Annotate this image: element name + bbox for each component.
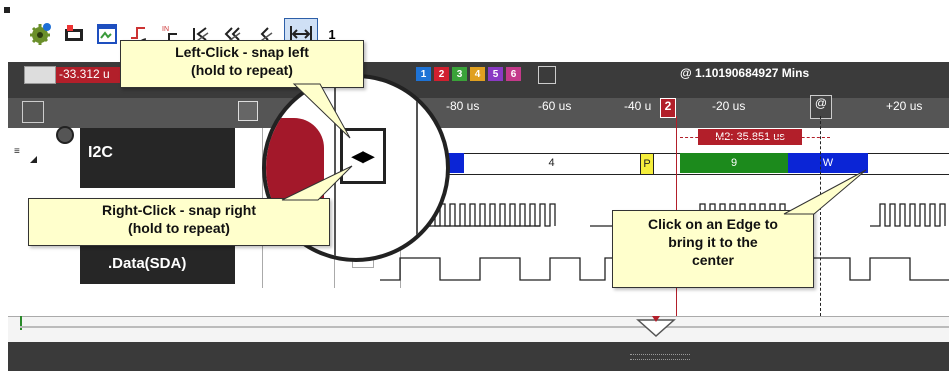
callout-left-click: Left-Click - snap left (hold to repeat)	[120, 40, 364, 88]
callout-pointer	[783, 169, 867, 215]
channel-menu-icon[interactable]: ≡	[14, 146, 24, 157]
marker-chip[interactable]: 1	[416, 67, 431, 81]
callout-line: center	[691, 252, 735, 268]
empty-chip[interactable]	[538, 66, 556, 84]
overview-bar[interactable]	[8, 316, 949, 343]
callout-line: (hold to repeat)	[128, 220, 230, 236]
snap-mode-icon[interactable]	[238, 101, 258, 121]
at-marker[interactable]: @	[810, 95, 832, 119]
channel-gear-icon[interactable]	[56, 126, 74, 144]
callout-line: bring it to the	[668, 234, 758, 250]
lens-divider	[416, 78, 418, 258]
tick-label: -80 us	[446, 99, 480, 113]
marker-chip[interactable]: 2	[434, 67, 449, 81]
callout-pointer	[292, 83, 351, 139]
callout-line: (hold to repeat)	[191, 62, 293, 78]
timestamp: @ 1.10190684927 Mins	[680, 66, 810, 80]
svg-text:IN: IN	[162, 26, 169, 33]
overview-thumb-icon[interactable]	[636, 314, 676, 338]
channel-name: .Data(SDA)	[108, 255, 187, 272]
expand-icon[interactable]	[30, 156, 37, 163]
mouse-icon[interactable]	[22, 101, 44, 123]
tick-label: -40 u	[624, 99, 652, 113]
callout-edge-click: Click on an Edge to bring it to the cent…	[612, 210, 814, 288]
overview-track	[20, 326, 949, 328]
capture-icon[interactable]	[62, 22, 86, 46]
marker-chip[interactable]: 6	[506, 67, 521, 81]
gear-icon[interactable]	[28, 22, 52, 46]
cursor-value[interactable]: -33.312 u	[56, 67, 129, 83]
window-icon[interactable]	[95, 22, 119, 46]
resize-grip-icon[interactable]	[630, 354, 690, 360]
packet-value[interactable]: 4	[464, 153, 639, 173]
tick-label: -60 us	[538, 99, 572, 113]
packet-stop[interactable]: P	[640, 153, 654, 175]
grip-icon	[4, 7, 10, 13]
marker-chip[interactable]: 3	[452, 67, 467, 81]
callout-pointer	[281, 165, 353, 201]
cursor-icon[interactable]	[24, 66, 56, 84]
callout-line: Left-Click - snap left	[175, 44, 309, 60]
tick-label: +20 us	[886, 99, 923, 113]
channel-name: I2C	[88, 144, 113, 161]
status-bar	[8, 342, 949, 371]
measurement-line	[680, 137, 830, 138]
packet-data[interactable]: 9	[680, 153, 788, 173]
callout-right-click: Right-Click - snap right (hold to repeat…	[28, 198, 330, 246]
marker-2-flag[interactable]: 2	[660, 98, 676, 118]
marker-chip[interactable]: 5	[488, 67, 503, 81]
callout-line: Right-Click - snap right	[102, 202, 256, 218]
tick-label: -20 us	[712, 99, 746, 113]
marker-chip[interactable]: 4	[470, 67, 485, 81]
